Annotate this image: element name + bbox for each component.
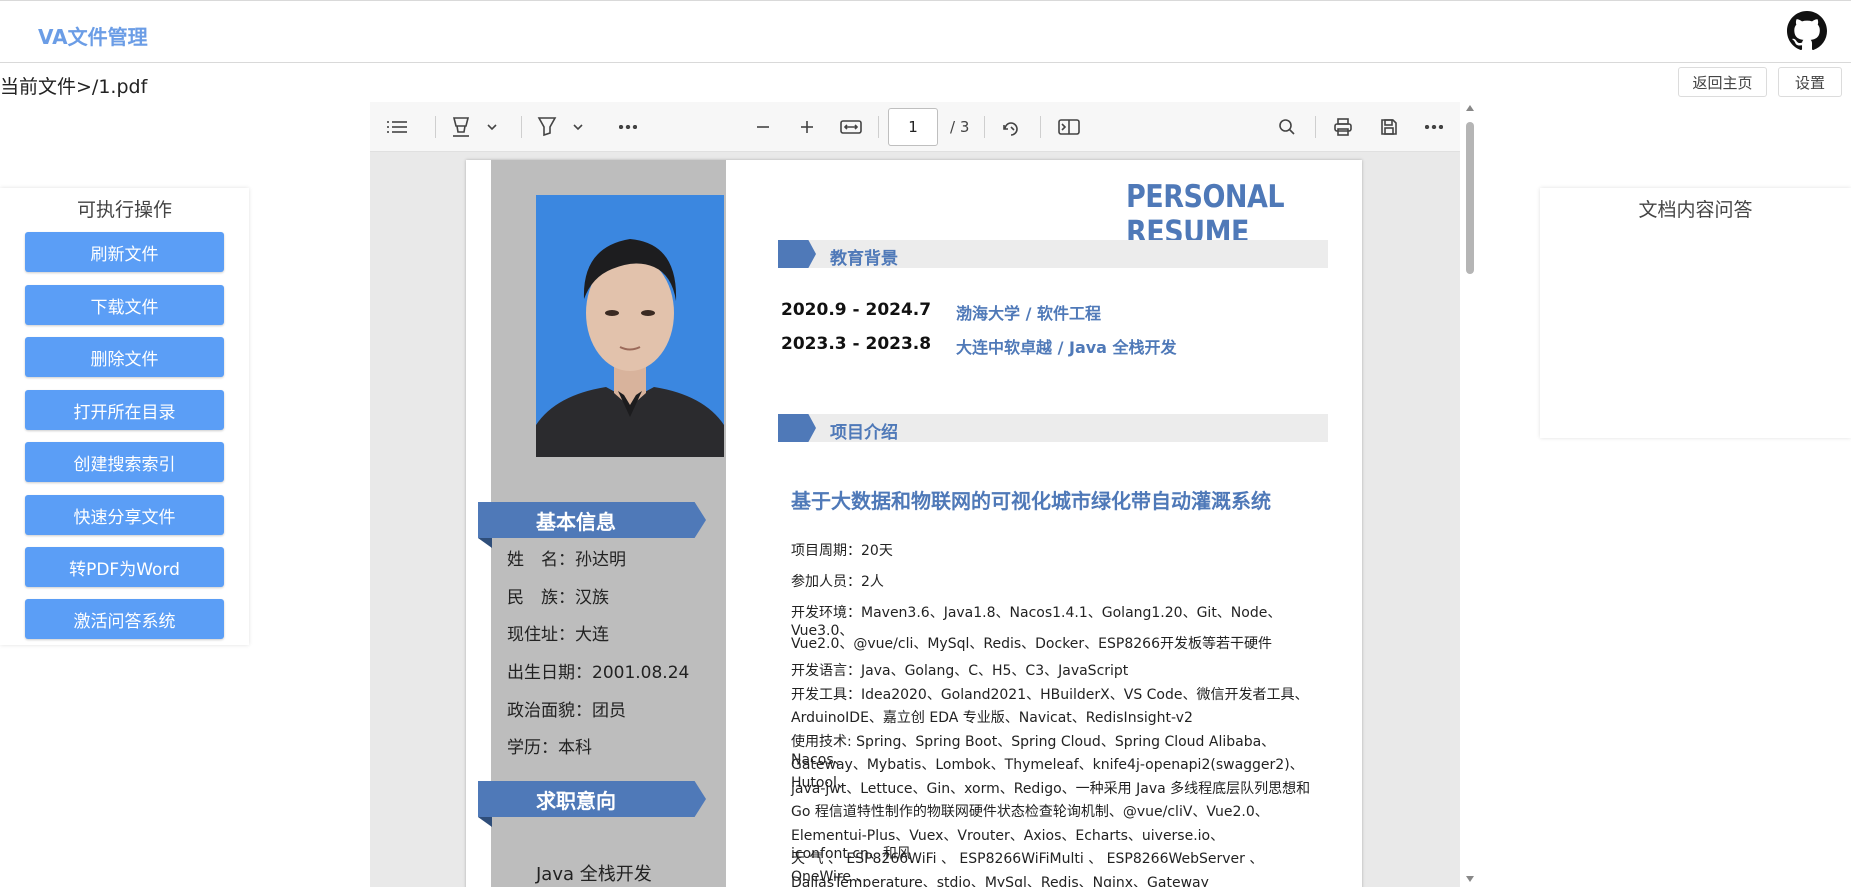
more-icon[interactable]: [1421, 114, 1447, 140]
project-detail-line: ArduinoIDE、嘉立创 EDA 专业版、Navicat、RedisInsi…: [791, 710, 1193, 726]
page-number-input[interactable]: 1: [888, 108, 938, 146]
pdf-to-word-button[interactable]: 转PDF为Word: [25, 547, 224, 587]
education-section-bar: 教育背景: [778, 240, 1328, 269]
settings-button[interactable]: 设置: [1778, 67, 1842, 97]
activate-qa-button[interactable]: 激活问答系统: [25, 599, 224, 639]
education-section-title: 教育背景: [830, 249, 898, 269]
operations-panel: 可执行操作 刷新文件 下载文件 删除文件 打开所在目录 创建搜索索引 快速分享文…: [0, 188, 249, 645]
delete-file-button[interactable]: 删除文件: [25, 337, 224, 377]
back-home-button[interactable]: 返回主页: [1678, 67, 1767, 97]
highlight-icon[interactable]: [448, 114, 474, 140]
app-header: VA文件管理: [0, 0, 1851, 63]
zoom-in-icon[interactable]: [794, 114, 820, 140]
fit-width-icon[interactable]: [838, 114, 864, 140]
tie-icon: [778, 414, 816, 442]
project-section-bar: 项目介绍: [778, 414, 1328, 443]
page-total: / 3: [950, 118, 970, 136]
project-detail-line: 参加人员：2人: [791, 574, 884, 590]
project-section-title: 项目介绍: [830, 423, 898, 443]
job-intent-heading: 求职意向: [478, 781, 706, 817]
save-icon[interactable]: [1376, 114, 1402, 140]
operations-panel-title: 可执行操作: [76, 199, 172, 221]
education-school: 渤海大学 / 软件工程: [956, 304, 1101, 323]
education-school: 大连中软卓越 / Java 全栈开发: [956, 338, 1177, 357]
project-detail-line: Go 程信道特性制作的物联网硬件状态检查轮询机制、@vue/cliV、Vue2.…: [791, 804, 1269, 820]
rotate-icon[interactable]: [998, 114, 1024, 140]
graduation-cap-icon: [778, 240, 816, 268]
refresh-file-button[interactable]: 刷新文件: [25, 232, 224, 272]
create-search-index-button[interactable]: 创建搜索索引: [25, 442, 224, 482]
project-detail-line: java-jwt、Lettuce、Gin、xorm、Redigo、一种采用 Ja…: [791, 781, 1311, 797]
pdf-viewer: 1 / 3 基本信息 姓 名：孙达明 民 族：汉族 现住址：大连 出生日期：20…: [370, 102, 1460, 887]
print-icon[interactable]: [1330, 114, 1356, 140]
current-file-path: 当前文件>/1.pdf: [0, 76, 148, 98]
download-file-button[interactable]: 下载文件: [25, 285, 224, 325]
pdf-page: 基本信息 姓 名：孙达明 民 族：汉族 现住址：大连 出生日期：2001.08.…: [466, 160, 1362, 887]
page-view-icon[interactable]: [1056, 114, 1082, 140]
scroll-down-icon: [1466, 876, 1474, 882]
draw-icon[interactable]: [534, 114, 560, 140]
education-date: 2020.9 - 2024.7: [781, 300, 932, 320]
scroll-thumb[interactable]: [1466, 122, 1474, 274]
document-qa-panel: 文档内容问答: [1540, 188, 1851, 438]
quick-share-button[interactable]: 快速分享文件: [25, 495, 224, 535]
info-address: 现住址：大连: [507, 625, 609, 645]
zoom-out-icon[interactable]: [750, 114, 776, 140]
open-directory-button[interactable]: 打开所在目录: [25, 390, 224, 430]
project-detail-line: 开发语言：Java、Golang、C、H5、C3、JavaScript: [791, 663, 1129, 679]
chevron-down-icon[interactable]: [570, 114, 586, 140]
more-icon[interactable]: [615, 114, 641, 140]
file-path-bar: 当前文件>/1.pdf 返回主页 设置: [0, 64, 1851, 102]
info-political-status: 政治面貌：团员: [507, 701, 626, 721]
education-date: 2023.3 - 2023.8: [781, 334, 932, 354]
info-education-level: 学历：本科: [507, 738, 592, 758]
pdf-toolbar: 1 / 3: [370, 102, 1460, 152]
github-icon[interactable]: [1787, 11, 1827, 51]
project-detail-line: Vue2.0、@vue/cli、MySql、Redis、Docker、ESP82…: [791, 636, 1272, 652]
project-title: 基于大数据和物联网的可视化城市绿化带自动灌溉系统: [791, 489, 1271, 513]
search-icon[interactable]: [1274, 114, 1300, 140]
app-title[interactable]: VA文件管理: [38, 21, 148, 50]
chevron-down-icon[interactable]: [484, 114, 500, 140]
project-detail-line: DallasTemperature、stdio、MySql、Redis、Ngin…: [791, 875, 1209, 887]
info-ethnicity: 民 族：汉族: [507, 588, 609, 608]
job-intent-value: Java 全栈开发: [536, 864, 652, 885]
project-detail-line: 开发工具：Idea2020、Goland2021、HBuilderX、VS Co…: [791, 687, 1309, 703]
document-qa-title: 文档内容问答: [1638, 199, 1753, 221]
info-name: 姓 名：孙达明: [507, 550, 626, 570]
info-birthdate: 出生日期：2001.08.24: [507, 663, 690, 683]
pdf-scrollbar[interactable]: [1463, 102, 1477, 887]
scroll-up-icon: [1466, 105, 1474, 111]
basic-info-heading: 基本信息: [478, 502, 706, 538]
project-detail-line: 项目周期：20天: [791, 543, 893, 559]
profile-photo: [536, 195, 724, 457]
outline-icon[interactable]: [384, 114, 410, 140]
